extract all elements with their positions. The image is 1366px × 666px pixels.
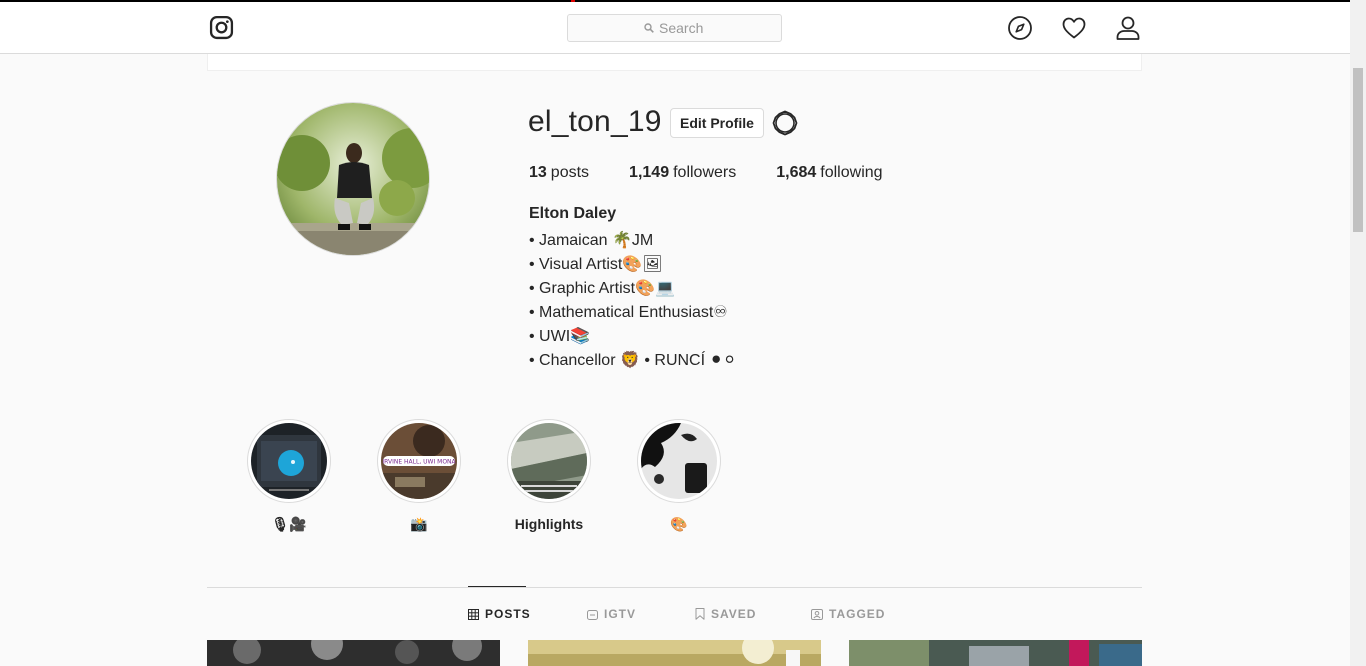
post-thumbnail[interactable] bbox=[528, 640, 821, 666]
compass-icon[interactable] bbox=[1007, 15, 1033, 41]
top-navbar bbox=[0, 2, 1350, 54]
highlight-cover: IRVINE HALL, UWI MONA bbox=[381, 423, 457, 499]
post-thumbnail[interactable] bbox=[849, 640, 1142, 666]
bio-line: • Jamaican 🌴JM bbox=[529, 232, 654, 249]
highlight-label: Highlights bbox=[514, 516, 584, 532]
person-icon[interactable] bbox=[1115, 15, 1141, 41]
bio-line: • Chancellor 🦁 • RUNCÍ ⚫⚪ bbox=[529, 352, 737, 369]
highlight-item[interactable]: Highlights bbox=[507, 419, 591, 534]
highlight-ring: IRVINE HALL, UWI MONA bbox=[377, 419, 461, 503]
bio-line: • UWI📚 bbox=[529, 328, 591, 345]
highlight-ring bbox=[637, 419, 721, 503]
post-image bbox=[849, 640, 1142, 666]
tab-label: TAGGED bbox=[829, 607, 886, 621]
tabs-divider bbox=[207, 587, 1142, 588]
tab-label: IGTV bbox=[604, 607, 637, 621]
highlight-label: 🎙🎥 bbox=[271, 516, 307, 532]
following-label: following bbox=[820, 164, 883, 181]
bookmark-icon bbox=[695, 608, 705, 620]
tab-tagged[interactable]: TAGGED bbox=[811, 607, 885, 621]
profile-full-name: Elton Daley bbox=[529, 205, 617, 222]
gear-icon[interactable] bbox=[771, 109, 799, 137]
highlight-label: 🎨 bbox=[670, 516, 688, 532]
highlight-ring bbox=[247, 419, 331, 503]
tab-igtv[interactable]: IGTV bbox=[587, 607, 636, 621]
tab-saved[interactable]: SAVED bbox=[695, 607, 756, 621]
search-icon bbox=[644, 23, 654, 33]
followers-number: 1,149 bbox=[629, 164, 670, 181]
tag-person-icon bbox=[811, 608, 823, 620]
profile-stats: 13 posts 1,149 followers 1,684 following bbox=[529, 164, 883, 182]
bio-line: • Visual Artist🎨🖼 bbox=[529, 256, 663, 273]
highlight-overlay-text: IRVINE HALL, UWI MONA bbox=[382, 459, 456, 466]
highlight-item[interactable]: 🎙🎥 bbox=[247, 419, 331, 534]
active-tab-indicator bbox=[468, 586, 526, 587]
highlight-item[interactable]: IRVINE HALL, UWI MONA 📸 bbox=[377, 419, 461, 534]
bio-line: • Graphic Artist🎨💻 bbox=[529, 280, 675, 297]
post-thumbnail[interactable] bbox=[207, 640, 500, 666]
collapsed-panel bbox=[207, 54, 1142, 71]
followers-label: followers bbox=[673, 164, 737, 181]
highlight-cover bbox=[251, 423, 327, 499]
post-image bbox=[207, 640, 500, 666]
posts-number: 13 bbox=[529, 164, 547, 181]
bio-line: • Mathematical Enthusiast♾ bbox=[529, 304, 728, 321]
page-scrollbar[interactable] bbox=[1350, 0, 1366, 666]
profile-bio: • Jamaican 🌴JM • Visual Artist🎨🖼 • Graph… bbox=[529, 229, 736, 373]
instagram-logo-icon[interactable] bbox=[209, 15, 234, 40]
igtv-icon bbox=[587, 609, 598, 620]
search-input[interactable] bbox=[659, 20, 705, 36]
edit-profile-button[interactable]: Edit Profile bbox=[670, 108, 764, 138]
scrollbar-thumb[interactable] bbox=[1353, 68, 1363, 232]
following-link[interactable]: 1,684 following bbox=[776, 164, 882, 182]
grid-icon bbox=[468, 608, 479, 620]
profile-username: el_ton_19 bbox=[528, 105, 662, 138]
profile-avatar[interactable] bbox=[276, 102, 430, 256]
tab-posts[interactable]: POSTS bbox=[468, 607, 531, 621]
heart-icon[interactable] bbox=[1061, 15, 1087, 41]
highlight-item[interactable]: 🎨 bbox=[637, 419, 721, 534]
avatar-photo bbox=[277, 103, 429, 255]
following-number: 1,684 bbox=[776, 164, 817, 181]
tab-label: POSTS bbox=[485, 607, 531, 621]
search-box[interactable] bbox=[567, 14, 782, 42]
followers-link[interactable]: 1,149 followers bbox=[629, 164, 736, 182]
post-image bbox=[528, 640, 821, 666]
tab-label: SAVED bbox=[711, 607, 757, 621]
posts-count: 13 posts bbox=[529, 164, 589, 182]
highlight-cover bbox=[641, 423, 717, 499]
posts-label: posts bbox=[550, 164, 590, 181]
highlight-cover bbox=[511, 423, 587, 499]
highlight-label: 📸 bbox=[410, 516, 428, 532]
highlight-ring bbox=[507, 419, 591, 503]
